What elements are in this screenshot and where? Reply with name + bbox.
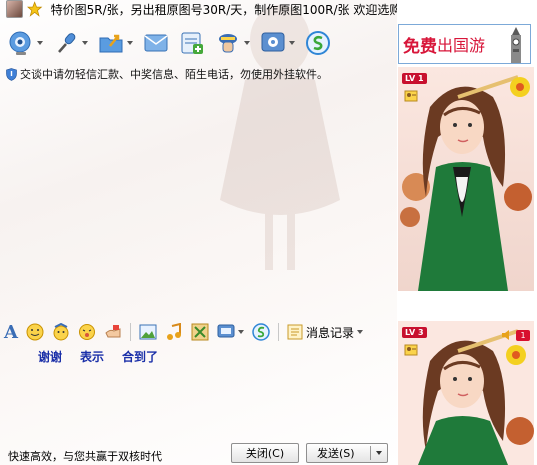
soso-button[interactable] [305, 30, 331, 56]
main-toolbar [8, 30, 341, 56]
level-badge: LV 3 [402, 327, 427, 338]
image-icon [139, 324, 157, 340]
contact-card-icon[interactable] [404, 343, 418, 357]
create-group-button[interactable] [179, 30, 205, 56]
hand-gift-icon [105, 325, 121, 338]
toolbar-divider [277, 323, 279, 341]
gift-button[interactable] [104, 323, 122, 341]
voice-call-button[interactable] [53, 30, 88, 56]
magic-emoticon-button[interactable] [52, 323, 70, 341]
music-button[interactable] [165, 323, 183, 341]
quick-reply[interactable]: 合到了 [122, 348, 158, 365]
magic-emoticon-icon [53, 323, 69, 341]
app-manager-icon [219, 34, 237, 53]
level-badge: LV 1 [402, 73, 427, 84]
chevron-down-icon[interactable] [356, 330, 363, 334]
create-group-icon [181, 32, 203, 54]
signature-text: 特价图5R/张，另出租原图号30R/天，制作原图100R/张 欢迎选购 .. [50, 2, 397, 17]
screenshot-button[interactable] [191, 323, 209, 341]
music-icon [166, 323, 181, 340]
toolbar-divider [129, 323, 131, 341]
my-photo-image [398, 321, 534, 465]
send-button[interactable]: 发送(S) [306, 443, 388, 463]
chevron-down-icon[interactable] [127, 41, 133, 45]
contact-photo[interactable]: LV 1 [398, 67, 534, 291]
send-divider [370, 446, 371, 460]
ad-text: 出国游 [437, 36, 486, 55]
speaker-icon[interactable] [501, 329, 513, 341]
chevron-down-icon[interactable] [82, 41, 88, 45]
send-button-label: 发送(S) [317, 447, 355, 460]
nudge-button[interactable] [78, 323, 96, 341]
chevron-down-icon[interactable] [376, 451, 382, 455]
message-history-button[interactable]: 消息记录 [287, 324, 363, 341]
history-icon [287, 324, 303, 340]
font-button[interactable]: A [4, 322, 18, 343]
video-call-icon [9, 31, 31, 55]
ad-banner[interactable]: 免费 出国游 [398, 24, 531, 64]
chevron-down-icon[interactable] [37, 41, 43, 45]
chevron-down-icon[interactable] [237, 330, 244, 334]
avatar[interactable] [6, 0, 24, 18]
message-history-label: 消息记录 [305, 325, 354, 340]
font-icon: A [4, 321, 18, 343]
security-warning-text: 交谈中请勿轻信汇款、中奖信息、陌生电话，勿使用外挂软件。 [20, 68, 328, 81]
star-icon[interactable] [27, 1, 43, 17]
emoticon-button[interactable] [26, 323, 44, 341]
chat-mode-icon [217, 324, 235, 338]
smiley-icon [26, 323, 44, 341]
send-image-button[interactable] [139, 323, 157, 341]
remote-assist-button[interactable] [260, 30, 295, 56]
nudge-icon [78, 324, 95, 340]
right-panel: 免费 出国游 LV 1 LV 3 1 [397, 0, 537, 465]
send-file-button[interactable] [98, 30, 133, 56]
message-count-badge: 1 [516, 330, 530, 341]
footer-slogan: 快速高效，与您共赢于双核时代 [8, 450, 162, 463]
quick-reply[interactable]: 谢谢 [38, 348, 62, 365]
send-email-button[interactable] [143, 30, 169, 56]
chevron-down-icon[interactable] [289, 41, 295, 45]
video-call-button[interactable] [8, 30, 43, 56]
app-manager-button[interactable] [215, 30, 250, 56]
format-toolbar: A 消息记录 [4, 320, 363, 344]
ad-text-highlight: 免费 [403, 36, 437, 57]
scissors-icon [191, 323, 209, 341]
status-bar: 特价图5R/张，另出租原图号30R/天，制作原图100R/张 欢迎选购 .. [0, 0, 397, 18]
soso-icon [252, 323, 270, 341]
contact-photo-image [398, 67, 534, 291]
send-file-icon [99, 34, 123, 53]
chevron-down-icon[interactable] [244, 41, 250, 45]
chat-mode-button[interactable] [217, 323, 244, 341]
remote-assist-icon [261, 32, 285, 52]
close-button-label: 关闭(C) [245, 447, 285, 460]
soso-icon [306, 31, 330, 55]
contact-card-icon[interactable] [404, 89, 418, 103]
voice-call-icon [58, 33, 76, 53]
soso-search-button[interactable] [252, 323, 270, 341]
chat-window-main: 特价图5R/张，另出租原图号30R/天，制作原图100R/张 欢迎选购 .. 交… [0, 0, 397, 465]
clock-tower-icon [511, 27, 521, 63]
security-warning: 交谈中请勿轻信汇款、中奖信息、陌生电话，勿使用外挂软件。 [6, 66, 328, 82]
my-photo[interactable]: LV 3 1 [398, 321, 534, 465]
quick-replies: 谢谢 表示 合到了 [38, 348, 176, 365]
shield-icon [6, 67, 17, 81]
close-button[interactable]: 关闭(C) [231, 443, 299, 463]
send-email-icon [144, 34, 168, 52]
quick-reply[interactable]: 表示 [80, 348, 104, 365]
